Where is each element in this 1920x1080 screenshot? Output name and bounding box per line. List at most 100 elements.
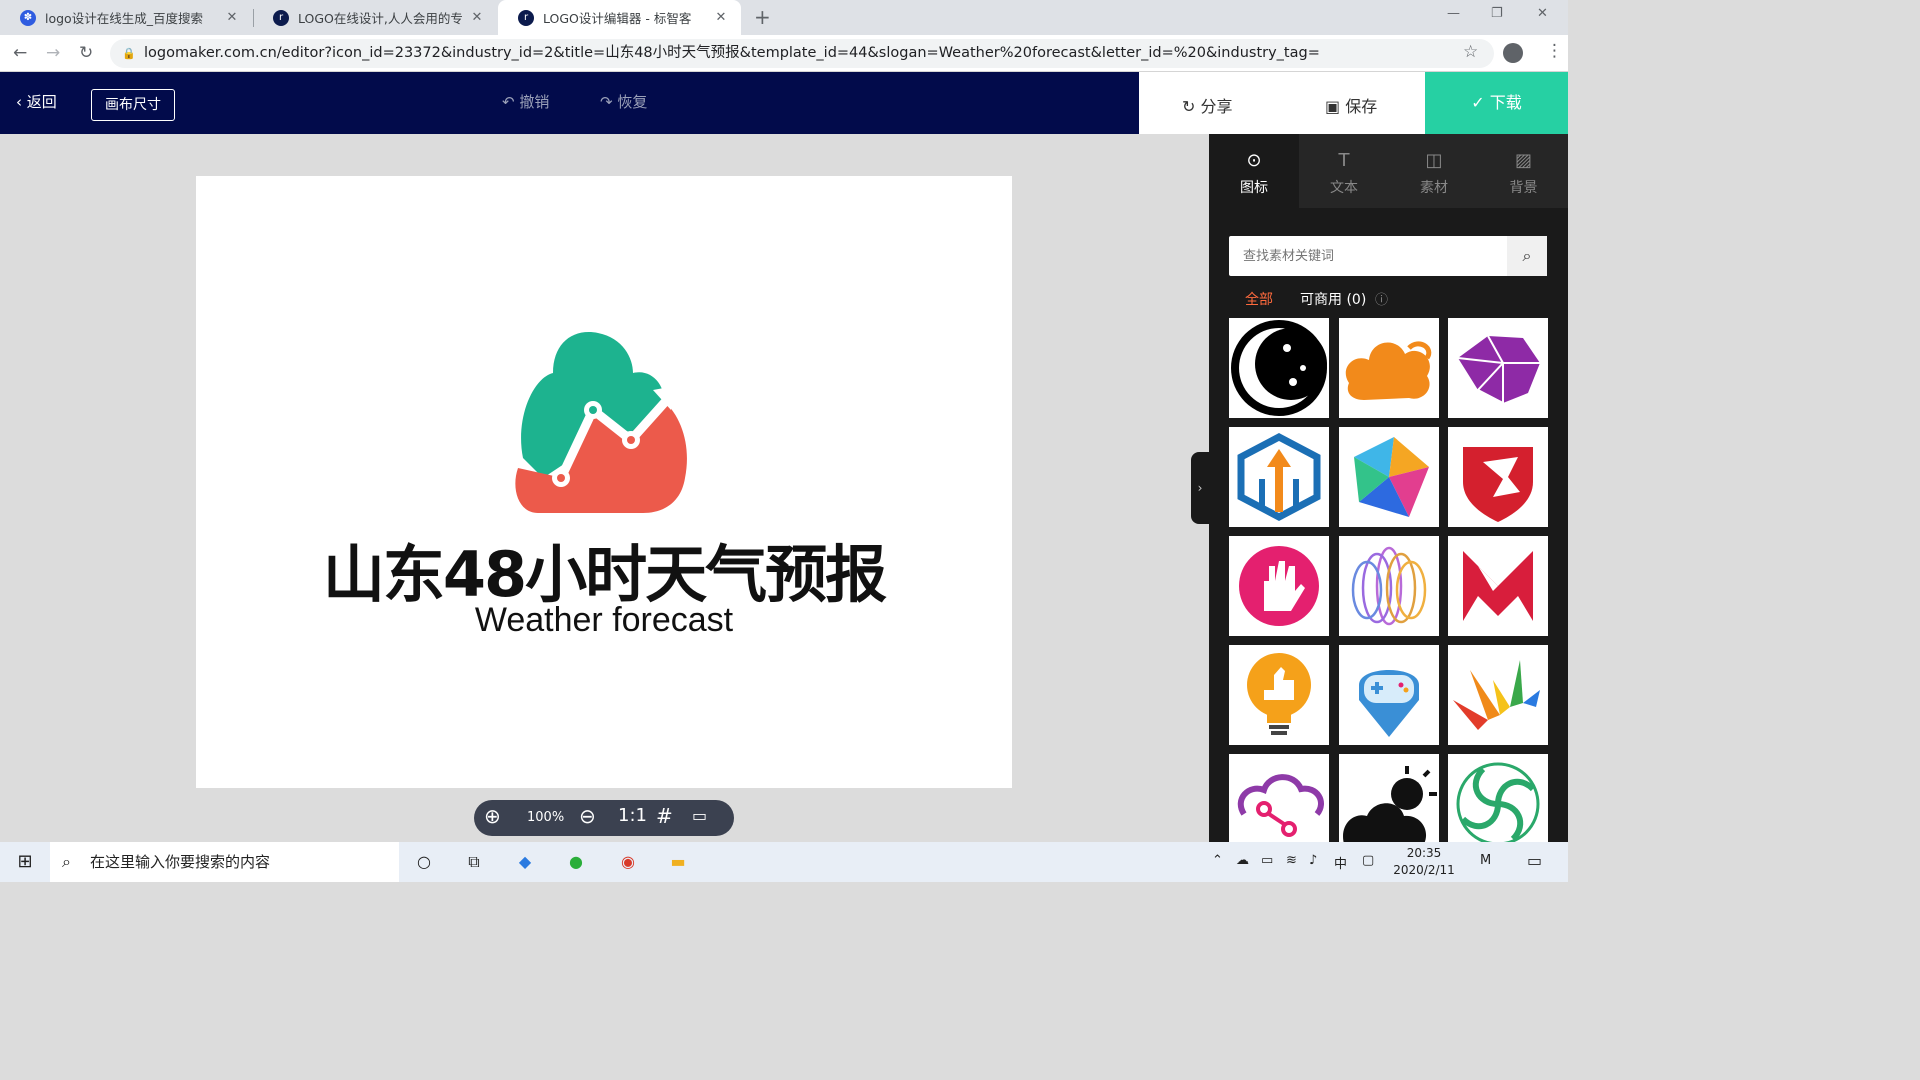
hexagon-arrows-icon[interactable] [1229, 427, 1329, 527]
ruler-icon[interactable]: ▭ [692, 806, 707, 825]
shapes-icon: ◫ [1425, 150, 1443, 171]
green-swirl-icon[interactable] [1448, 754, 1548, 854]
cortana-icon[interactable]: ○ [412, 850, 436, 874]
actual-size-button[interactable]: 1:1 [618, 805, 647, 826]
undo-label: 撤销 [519, 93, 550, 111]
reload-icon[interactable]: ↻ [79, 43, 93, 63]
chevron-left-icon: ‹ [16, 93, 22, 111]
sun-cloud-icon[interactable] [1339, 754, 1439, 854]
back-button[interactable]: ‹ 返回 [16, 91, 57, 112]
lightbulb-thumb-icon[interactable] [1229, 645, 1329, 745]
close-window-icon[interactable]: ✕ [1537, 6, 1548, 21]
tab-label: 图标 [1240, 180, 1268, 196]
colorful-bars-icon[interactable] [1448, 645, 1548, 745]
grid-icon[interactable]: # [656, 804, 673, 828]
system-clock[interactable]: 20:35 2020/2/11 [1392, 845, 1456, 879]
editor-actions: ↻ 分享 ▣ 保存 ✓ 下载 [1139, 72, 1568, 134]
moon-icon[interactable] [1229, 318, 1329, 418]
file-explorer-icon[interactable]: ▬ [666, 850, 690, 874]
gamepad-pin-icon[interactable] [1339, 645, 1439, 745]
save-icon: ▣ [1325, 97, 1341, 116]
tab-background[interactable]: ▨ 背景 [1479, 134, 1568, 208]
text-icon: T [1338, 150, 1350, 171]
browser-tab-title: logo设计在线生成_百度搜索 [45, 11, 203, 26]
browser-tab-baidu[interactable]: ✽ logo设计在线生成_百度搜索 ✕ [0, 0, 252, 35]
minimize-window-icon[interactable]: — [1447, 6, 1460, 21]
zoom-toolbar: ⊕ 100% ⊖ 1:1 # ▭ [474, 800, 734, 836]
volume-icon[interactable]: ♪ [1309, 853, 1317, 868]
address-bar-row: ← → ↻ 🔒 logomaker.com.cn/editor?icon_id=… [0, 35, 1568, 72]
tab-icons[interactable]: ⊙ 图标 [1209, 134, 1299, 208]
url-field[interactable]: 🔒 logomaker.com.cn/editor?icon_id=23372&… [110, 39, 1494, 68]
close-tab-icon[interactable]: ✕ [469, 10, 485, 25]
windows-start-icon[interactable]: ⊞ [13, 850, 37, 874]
chrome-icon[interactable]: ◉ [616, 850, 640, 874]
hand-icon[interactable] [1229, 536, 1329, 636]
zoom-level: 100% [527, 810, 565, 825]
cloud-icon[interactable] [1339, 318, 1439, 418]
redo-button[interactable]: ↷ 恢复 [600, 91, 647, 112]
help-circle-icon[interactable]: ⓘ [1375, 289, 1388, 308]
qq-tray-icon[interactable]: ▢ [1362, 853, 1374, 868]
asset-panel: ⊙ 图标 T 文本 ◫ 素材 ▨ 背景 ⌕ 全部 可商用 (0) ⓘ [1209, 134, 1568, 854]
zoom-in-icon[interactable]: ⊕ [484, 804, 501, 828]
share-icon: ↻ [1182, 97, 1196, 116]
browser-tab-title: LOGO设计编辑器 - 标智客 [543, 11, 692, 26]
weather-chart-logo-icon[interactable] [513, 328, 693, 523]
tab-text[interactable]: T 文本 [1299, 134, 1389, 208]
logo-slogan-text[interactable]: Weather forecast [196, 601, 1012, 640]
bookmark-star-icon[interactable]: ☆ [1463, 42, 1478, 62]
new-tab-button[interactable]: + [754, 5, 771, 29]
canvas-workspace: 山东48小时天气预报 Weather forecast ⊕ 100% ⊖ 1:1… [0, 134, 1209, 842]
undo-button[interactable]: ↶ 撤销 [502, 91, 549, 112]
save-button[interactable]: ▣ 保存 [1325, 93, 1377, 117]
chevron-up-icon[interactable]: ⌃ [1212, 853, 1223, 868]
tab-materials[interactable]: ◫ 素材 [1389, 134, 1479, 208]
lock-icon: 🔒 [122, 47, 136, 60]
forward-arrow-icon[interactable]: → [46, 43, 60, 63]
vscode-icon[interactable]: ◆ [513, 850, 537, 874]
zoom-out-icon[interactable]: ⊖ [579, 804, 596, 828]
lotus-icon[interactable] [1339, 536, 1439, 636]
taskbar-search-box[interactable]: ⌕ 在这里输入你要搜索的内容 [50, 842, 399, 882]
panel-collapse-button[interactable]: › [1191, 452, 1209, 524]
task-view-icon[interactable]: ⧉ [462, 850, 486, 874]
brain-icon[interactable] [1448, 318, 1548, 418]
ime-indicator[interactable]: 中 [1334, 853, 1347, 872]
browser-tab-editor[interactable]: r LOGO设计编辑器 - 标智客 ✕ [498, 0, 741, 35]
red-m-icon[interactable] [1448, 536, 1548, 636]
site-favicon-icon: r [518, 9, 534, 26]
chevron-right-icon: › [1197, 481, 1203, 495]
app-tray-icon[interactable]: M [1480, 853, 1491, 868]
dragon-shield-icon[interactable] [1448, 427, 1548, 527]
wifi-icon[interactable]: ≋ [1286, 853, 1297, 868]
colorful-star-icon[interactable] [1339, 427, 1439, 527]
logo-artboard[interactable]: 山东48小时天气预报 Weather forecast [196, 176, 1012, 788]
battery-icon[interactable]: ▭ [1261, 853, 1273, 868]
close-tab-icon[interactable]: ✕ [224, 10, 240, 25]
maximize-window-icon[interactable]: ❐ [1491, 6, 1503, 21]
download-button[interactable]: ✓ 下载 [1425, 72, 1568, 134]
browser-menu-icon[interactable]: ⋮ [1546, 41, 1563, 61]
filter-commercial[interactable]: 可商用 (0) [1300, 289, 1366, 309]
notification-icon[interactable]: ▭ [1527, 851, 1542, 870]
url-text: logomaker.com.cn/editor?icon_id=23372&in… [144, 45, 1320, 61]
filter-all[interactable]: 全部 [1245, 289, 1273, 309]
tab-label: 素材 [1420, 180, 1448, 196]
asset-search: ⌕ [1229, 236, 1547, 276]
share-button[interactable]: ↻ 分享 [1182, 93, 1233, 117]
account-avatar-icon[interactable] [1503, 43, 1523, 63]
stripes-icon: ▨ [1514, 150, 1532, 171]
tab-label: 背景 [1509, 180, 1538, 196]
site-favicon-icon: r [273, 9, 289, 26]
close-tab-icon[interactable]: ✕ [713, 10, 729, 25]
browser-tab-logo-online[interactable]: r LOGO在线设计,人人会用的专业 ✕ [253, 0, 497, 35]
cloud-network-icon[interactable] [1229, 754, 1329, 854]
back-arrow-icon[interactable]: ← [13, 43, 27, 63]
search-icon[interactable]: ⌕ [1507, 236, 1547, 276]
canvas-size-button[interactable]: 画布尺寸 [91, 89, 175, 121]
asset-search-input[interactable] [1229, 236, 1507, 276]
wechat-icon[interactable]: ● [564, 850, 588, 874]
redo-label: 恢复 [617, 93, 648, 111]
cloud-tray-icon[interactable]: ☁ [1236, 853, 1249, 868]
